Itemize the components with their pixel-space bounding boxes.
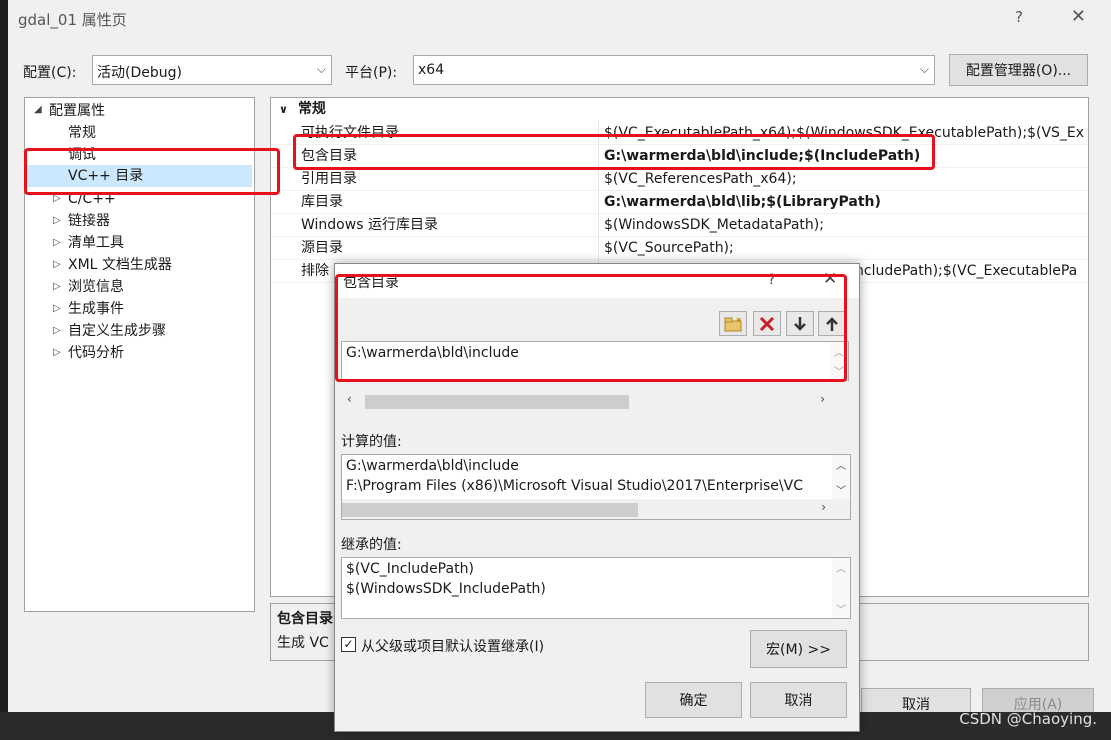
close-icon[interactable]: ✕ bbox=[1071, 6, 1086, 27]
tree-item-build-events[interactable]: ▷ 生成事件 bbox=[25, 298, 254, 320]
inherited-label: 继承的值: bbox=[341, 537, 402, 553]
grid-row-references[interactable]: 引用目录 $(VC_ReferencesPath_x64); bbox=[271, 168, 1088, 191]
delete-line-button[interactable] bbox=[753, 311, 781, 336]
chevron-down-icon: ⌵ bbox=[316, 62, 326, 76]
platform-label: 平台(P): bbox=[345, 65, 398, 81]
macro-button[interactable]: 宏(M) >> bbox=[750, 630, 847, 668]
chevron-down-icon: ⌵ bbox=[919, 62, 929, 76]
help-icon[interactable]: ? bbox=[768, 272, 775, 288]
grid-row-include[interactable]: 包含目录 G:\warmerda\bld\include;$(IncludePat… bbox=[271, 145, 1088, 168]
tree-item-custom-build[interactable]: ▷ 自定义生成步骤 bbox=[25, 320, 254, 342]
config-label: 配置(C): bbox=[23, 65, 77, 81]
ok-button[interactable]: 确定 bbox=[645, 682, 742, 718]
config-select-value: 活动(Debug) bbox=[97, 65, 182, 81]
tree-root[interactable]: 配置属性 bbox=[25, 100, 254, 122]
description-title: 包含目录 bbox=[277, 611, 333, 627]
tree-item-linker[interactable]: ▷ 链接器 bbox=[25, 210, 254, 232]
tree-item-debugging[interactable]: 调试 bbox=[25, 144, 254, 166]
computed-label: 计算的值: bbox=[341, 434, 402, 450]
include-directories-dialog: 包含目录 ? ✕ ✶ G:\warmerda\bld\include ︿ ﹀ ‹ … bbox=[334, 263, 860, 732]
tree-item-browse[interactable]: ▷ 浏览信息 bbox=[25, 276, 254, 298]
category-tree: ◢ 配置属性 常规 调试 VC++ 目录 ▷ C/C++ ▷ 链接器 ▷ 清单工具 ▷… bbox=[24, 97, 255, 612]
tree-item-vc-directories[interactable]: VC++ 目录 bbox=[27, 165, 252, 187]
svg-text:✶: ✶ bbox=[735, 316, 743, 326]
platform-select-value: x64 bbox=[418, 62, 445, 78]
tree-item-xml-doc[interactable]: ▷ XML 文档生成器 bbox=[25, 254, 254, 276]
dialog-title: 包含目录 bbox=[343, 275, 399, 291]
close-icon[interactable]: ✕ bbox=[823, 269, 837, 289]
vertical-scrollbar[interactable]: ︿ ﹀ bbox=[830, 342, 848, 380]
computed-value-1: G:\warmerda\bld\include bbox=[346, 458, 519, 474]
window-title: gdal_01 属性页 bbox=[18, 11, 127, 29]
directory-editor[interactable]: G:\warmerda\bld\include ︿ ﹀ bbox=[341, 341, 849, 381]
move-up-button[interactable] bbox=[818, 311, 846, 336]
tree-item-general[interactable]: 常规 bbox=[25, 122, 254, 144]
inherited-value-1: $(VC_IncludePath) bbox=[346, 561, 474, 577]
inherited-value-2: $(WindowsSDK_IncludePath) bbox=[346, 581, 546, 597]
grid-row-source[interactable]: 源目录 $(VC_SourcePath); bbox=[271, 237, 1088, 260]
description-text: 生成 VC bbox=[277, 635, 329, 651]
arrow-down-icon bbox=[794, 316, 806, 331]
arrow-up-icon bbox=[826, 316, 838, 331]
grid-row-executable[interactable]: 可执行文件目录 $(VC_ExecutablePath_x64);$(Window… bbox=[271, 122, 1088, 145]
new-line-button[interactable]: ✶ bbox=[719, 311, 747, 336]
config-select[interactable]: 活动(Debug) ⌵ bbox=[92, 55, 332, 85]
computed-values-box: G:\warmerda\bld\include F:\Program Files… bbox=[341, 454, 851, 520]
inherit-checkbox[interactable]: ✓ bbox=[341, 637, 356, 652]
platform-select[interactable]: x64 ⌵ bbox=[413, 55, 935, 85]
tree-item-manifest[interactable]: ▷ 清单工具 bbox=[25, 232, 254, 254]
directory-entry[interactable]: G:\warmerda\bld\include bbox=[346, 345, 519, 361]
horizontal-scrollbar[interactable]: › bbox=[342, 499, 850, 519]
grid-section-header[interactable]: ∨ 常规 bbox=[279, 98, 326, 121]
help-icon[interactable]: ? bbox=[1015, 8, 1023, 26]
inherit-checkbox-label[interactable]: 从父级或项目默认设置继承(I) bbox=[361, 636, 544, 656]
watermark: CSDN @Chaoying. bbox=[959, 710, 1097, 728]
tree-item-code-analysis[interactable]: ▷ 代码分析 bbox=[25, 342, 254, 364]
computed-value-2: F:\Program Files (x86)\Microsoft Visual … bbox=[346, 478, 803, 494]
vertical-scrollbar[interactable]: ︿ ﹀ bbox=[832, 455, 850, 499]
move-down-button[interactable] bbox=[786, 311, 814, 336]
delete-icon bbox=[759, 316, 775, 331]
grid-row-library[interactable]: 库目录 G:\warmerda\bld\lib;$(LibraryPath) bbox=[271, 191, 1088, 214]
inherited-values-box: $(VC_IncludePath) $(WindowsSDK_IncludePa… bbox=[341, 557, 851, 619]
grid-row-winrt[interactable]: Windows 运行库目录 $(WindowsSDK_MetadataPath); bbox=[271, 214, 1088, 237]
new-folder-icon: ✶ bbox=[724, 316, 743, 331]
tree-item-cpp[interactable]: ▷ C/C++ bbox=[25, 188, 254, 210]
horizontal-scrollbar[interactable]: ‹ › bbox=[341, 391, 849, 411]
cancel-button[interactable]: 取消 bbox=[750, 682, 847, 718]
collapse-chevron-icon: ∨ bbox=[279, 103, 288, 116]
vertical-scrollbar[interactable]: ︿ ﹀ bbox=[832, 558, 850, 618]
config-manager-button[interactable]: 配置管理器(O)... bbox=[949, 54, 1088, 86]
dialog-titlebar bbox=[335, 264, 859, 298]
